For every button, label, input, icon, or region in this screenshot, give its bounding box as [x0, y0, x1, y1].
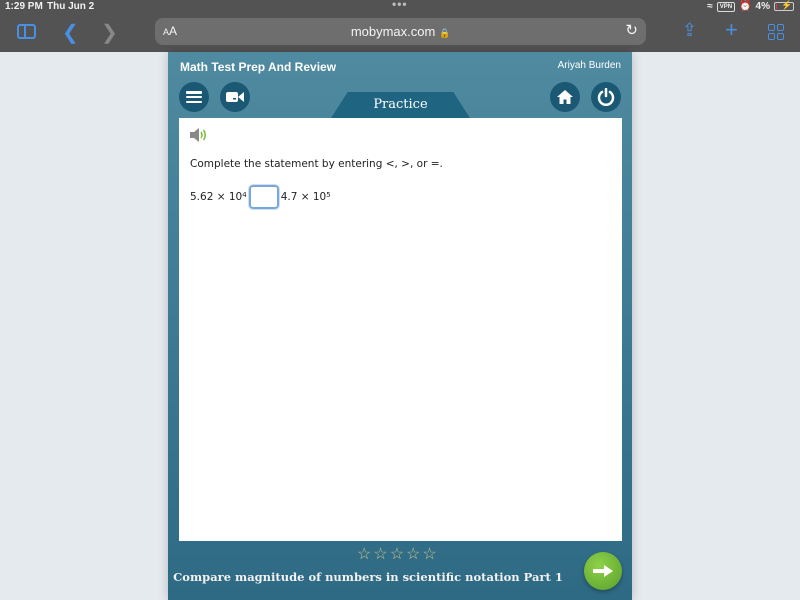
star-rating: ☆ ☆ ☆ ☆ ☆: [357, 544, 437, 564]
star-icon: ☆: [373, 546, 388, 563]
share-icon[interactable]: ⇪: [682, 20, 697, 41]
back-icon[interactable]: ❮: [62, 20, 79, 45]
question-area: Complete the statement by entering <, >,…: [179, 118, 622, 541]
url-label: mobymax.com: [350, 24, 436, 39]
reload-icon[interactable]: ↻: [625, 21, 638, 39]
left-expression: 5.62 × 10: [190, 191, 243, 203]
home-button[interactable]: [550, 82, 580, 112]
comparison-statement: 5.62 × 10 4 4.7 × 10 5: [190, 184, 331, 210]
alarm-icon: ⏰: [739, 1, 752, 12]
status-time: 1:29 PM: [5, 1, 43, 12]
wifi-icon: ≈: [707, 1, 713, 12]
arrow-right-icon: [593, 565, 613, 577]
battery-percent: 4%: [755, 1, 770, 12]
forward-icon[interactable]: ❯: [101, 20, 118, 45]
right-exponent: 5: [326, 191, 331, 199]
right-expression: 4.7 × 10: [280, 191, 327, 203]
url-text[interactable]: mobymax.com 🔒: [155, 24, 646, 39]
multitask-dots-icon[interactable]: •••: [392, 0, 408, 11]
status-bar: 1:29 PM Thu Jun 2 ••• ≈ VPN ⏰ 4% ⚡: [0, 0, 800, 14]
tabs-overview-icon[interactable]: [768, 24, 784, 40]
skill-title: Compare magnitude of numbers in scientif…: [173, 570, 563, 584]
menu-button[interactable]: [179, 82, 209, 112]
status-date: Thu Jun 2: [47, 1, 95, 12]
video-button[interactable]: [220, 82, 250, 112]
app-panel: Math Test Prep And Review Ariyah Burden …: [168, 52, 632, 600]
star-icon: ☆: [422, 546, 437, 563]
tab-practice[interactable]: Practice: [331, 92, 470, 118]
question-prompt: Complete the statement by entering <, >,…: [190, 158, 443, 170]
lock-icon: 🔒: [438, 28, 451, 38]
power-button[interactable]: [591, 82, 621, 112]
star-icon: ☆: [357, 546, 372, 563]
video-icon: [226, 92, 244, 102]
next-button[interactable]: [584, 552, 622, 590]
left-exponent: 4: [242, 191, 247, 199]
status-indicators: ≈ VPN ⏰ 4% ⚡: [707, 0, 794, 12]
new-tab-icon[interactable]: +: [725, 17, 738, 43]
app-title: Math Test Prep And Review: [180, 60, 337, 74]
answer-input[interactable]: [247, 184, 280, 210]
browser-toolbar: ❮ ❯ AA mobymax.com 🔒 ↻ ⇪ +: [0, 14, 800, 52]
battery-icon: ⚡: [774, 0, 794, 11]
home-icon: [557, 90, 573, 104]
star-icon: ☆: [389, 546, 405, 563]
star-icon: ☆: [406, 546, 421, 563]
sidebar-icon[interactable]: [17, 24, 36, 39]
menu-icon: [186, 91, 202, 103]
power-icon: [597, 88, 615, 106]
speaker-icon[interactable]: [189, 127, 209, 143]
user-name: Ariyah Burden: [557, 60, 621, 71]
address-bar[interactable]: AA mobymax.com 🔒 ↻: [155, 18, 646, 45]
vpn-badge: VPN: [716, 1, 736, 12]
